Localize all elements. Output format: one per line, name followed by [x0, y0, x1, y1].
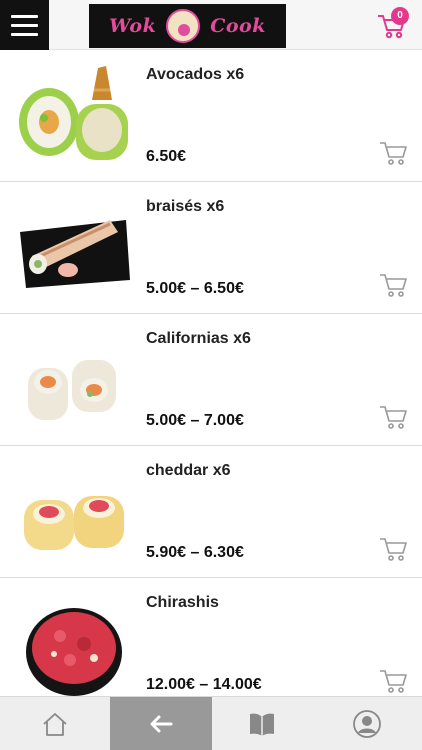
product-price: 6.50€: [146, 148, 187, 165]
product-name: Californias x6: [146, 330, 251, 347]
product-name: Chirashis: [146, 594, 219, 611]
nav-menu-button[interactable]: [212, 697, 312, 750]
product-name: cheddar x6: [146, 462, 231, 479]
home-icon: [43, 713, 67, 736]
nav-account-button[interactable]: [312, 697, 422, 750]
product-item[interactable]: Avocados x6 6.50€: [0, 50, 422, 182]
nav-back-button[interactable]: [110, 697, 212, 750]
product-list: Avocados x6 6.50€ braisés x6 5.00€ – 6.5…: [0, 50, 422, 696]
add-to-cart-icon[interactable]: [378, 667, 408, 695]
app-header: Wok Cook 0: [0, 0, 422, 50]
bottom-navigation: [0, 696, 422, 750]
user-icon: [353, 710, 381, 738]
brand-logo[interactable]: Wok Cook: [89, 4, 286, 48]
hamburger-menu-icon: [11, 32, 38, 36]
hamburger-menu-icon: [11, 23, 38, 27]
product-image: [20, 220, 130, 288]
nav-home-button[interactable]: [0, 697, 110, 750]
add-to-cart-icon[interactable]: [378, 535, 408, 563]
hamburger-menu-icon: [11, 14, 38, 18]
product-image: [28, 360, 116, 420]
cart-count-badge: 0: [391, 7, 409, 25]
product-price: 5.00€ – 6.50€: [146, 280, 244, 297]
product-price: 5.00€ – 7.00€: [146, 412, 244, 429]
product-image: [26, 608, 122, 696]
product-price: 12.00€ – 14.00€: [146, 676, 262, 693]
arrow-left-icon: [150, 715, 173, 733]
add-to-cart-icon[interactable]: [378, 271, 408, 299]
logo-text-left: Wok: [109, 15, 157, 37]
product-name: Avocados x6: [146, 66, 245, 83]
product-name: braisés x6: [146, 198, 225, 215]
product-item[interactable]: Chirashis 12.00€ – 14.00€: [0, 578, 422, 696]
product-image: [19, 66, 128, 160]
product-item[interactable]: braisés x6 5.00€ – 6.50€: [0, 182, 422, 314]
add-to-cart-icon[interactable]: [378, 403, 408, 431]
product-item[interactable]: cheddar x6 5.90€ – 6.30€: [0, 446, 422, 578]
logo-text-right: Cook: [210, 15, 266, 37]
logo-emblem: [166, 9, 201, 43]
product-image: [24, 496, 124, 550]
product-price: 5.90€ – 6.30€: [146, 544, 244, 561]
book-icon: [250, 713, 274, 736]
product-item[interactable]: Californias x6 5.00€ – 7.00€: [0, 314, 422, 446]
add-to-cart-icon[interactable]: [378, 139, 408, 167]
menu-button[interactable]: [0, 0, 49, 50]
